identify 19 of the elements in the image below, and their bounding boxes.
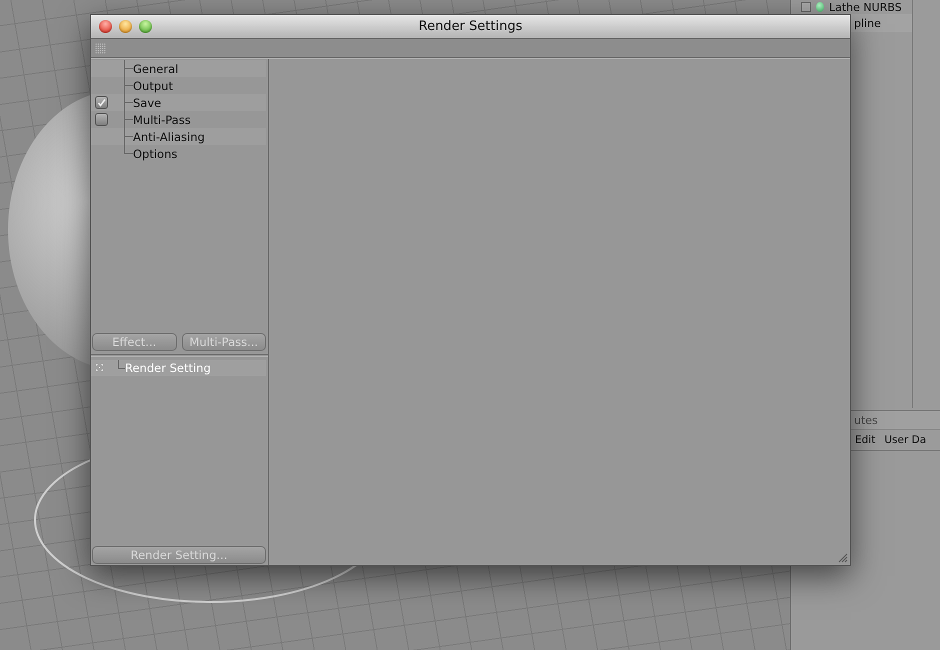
object-name[interactable]: Lathe NURBS bbox=[829, 0, 902, 14]
page-item[interactable]: Output bbox=[133, 78, 173, 92]
menu-item[interactable]: User Da bbox=[884, 434, 926, 446]
target-icon bbox=[96, 364, 103, 371]
object-name[interactable]: pline bbox=[854, 16, 881, 30]
object-icon bbox=[816, 2, 824, 12]
grip-icon[interactable] bbox=[95, 42, 106, 54]
close-button[interactable] bbox=[99, 20, 112, 33]
checkbox[interactable] bbox=[95, 113, 108, 126]
menu-item[interactable]: Edit bbox=[855, 434, 876, 446]
zoom-button[interactable] bbox=[139, 20, 152, 33]
page-item[interactable]: Save bbox=[133, 96, 162, 110]
resize-grip-icon[interactable] bbox=[838, 553, 848, 563]
minimize-button[interactable] bbox=[119, 20, 132, 33]
checkbox[interactable] bbox=[95, 96, 108, 109]
checkbox[interactable] bbox=[801, 2, 811, 12]
page-item[interactable]: Options bbox=[133, 146, 178, 160]
page-item[interactable]: Multi-Pass bbox=[133, 112, 191, 126]
window-title: Render Settings bbox=[418, 19, 522, 34]
